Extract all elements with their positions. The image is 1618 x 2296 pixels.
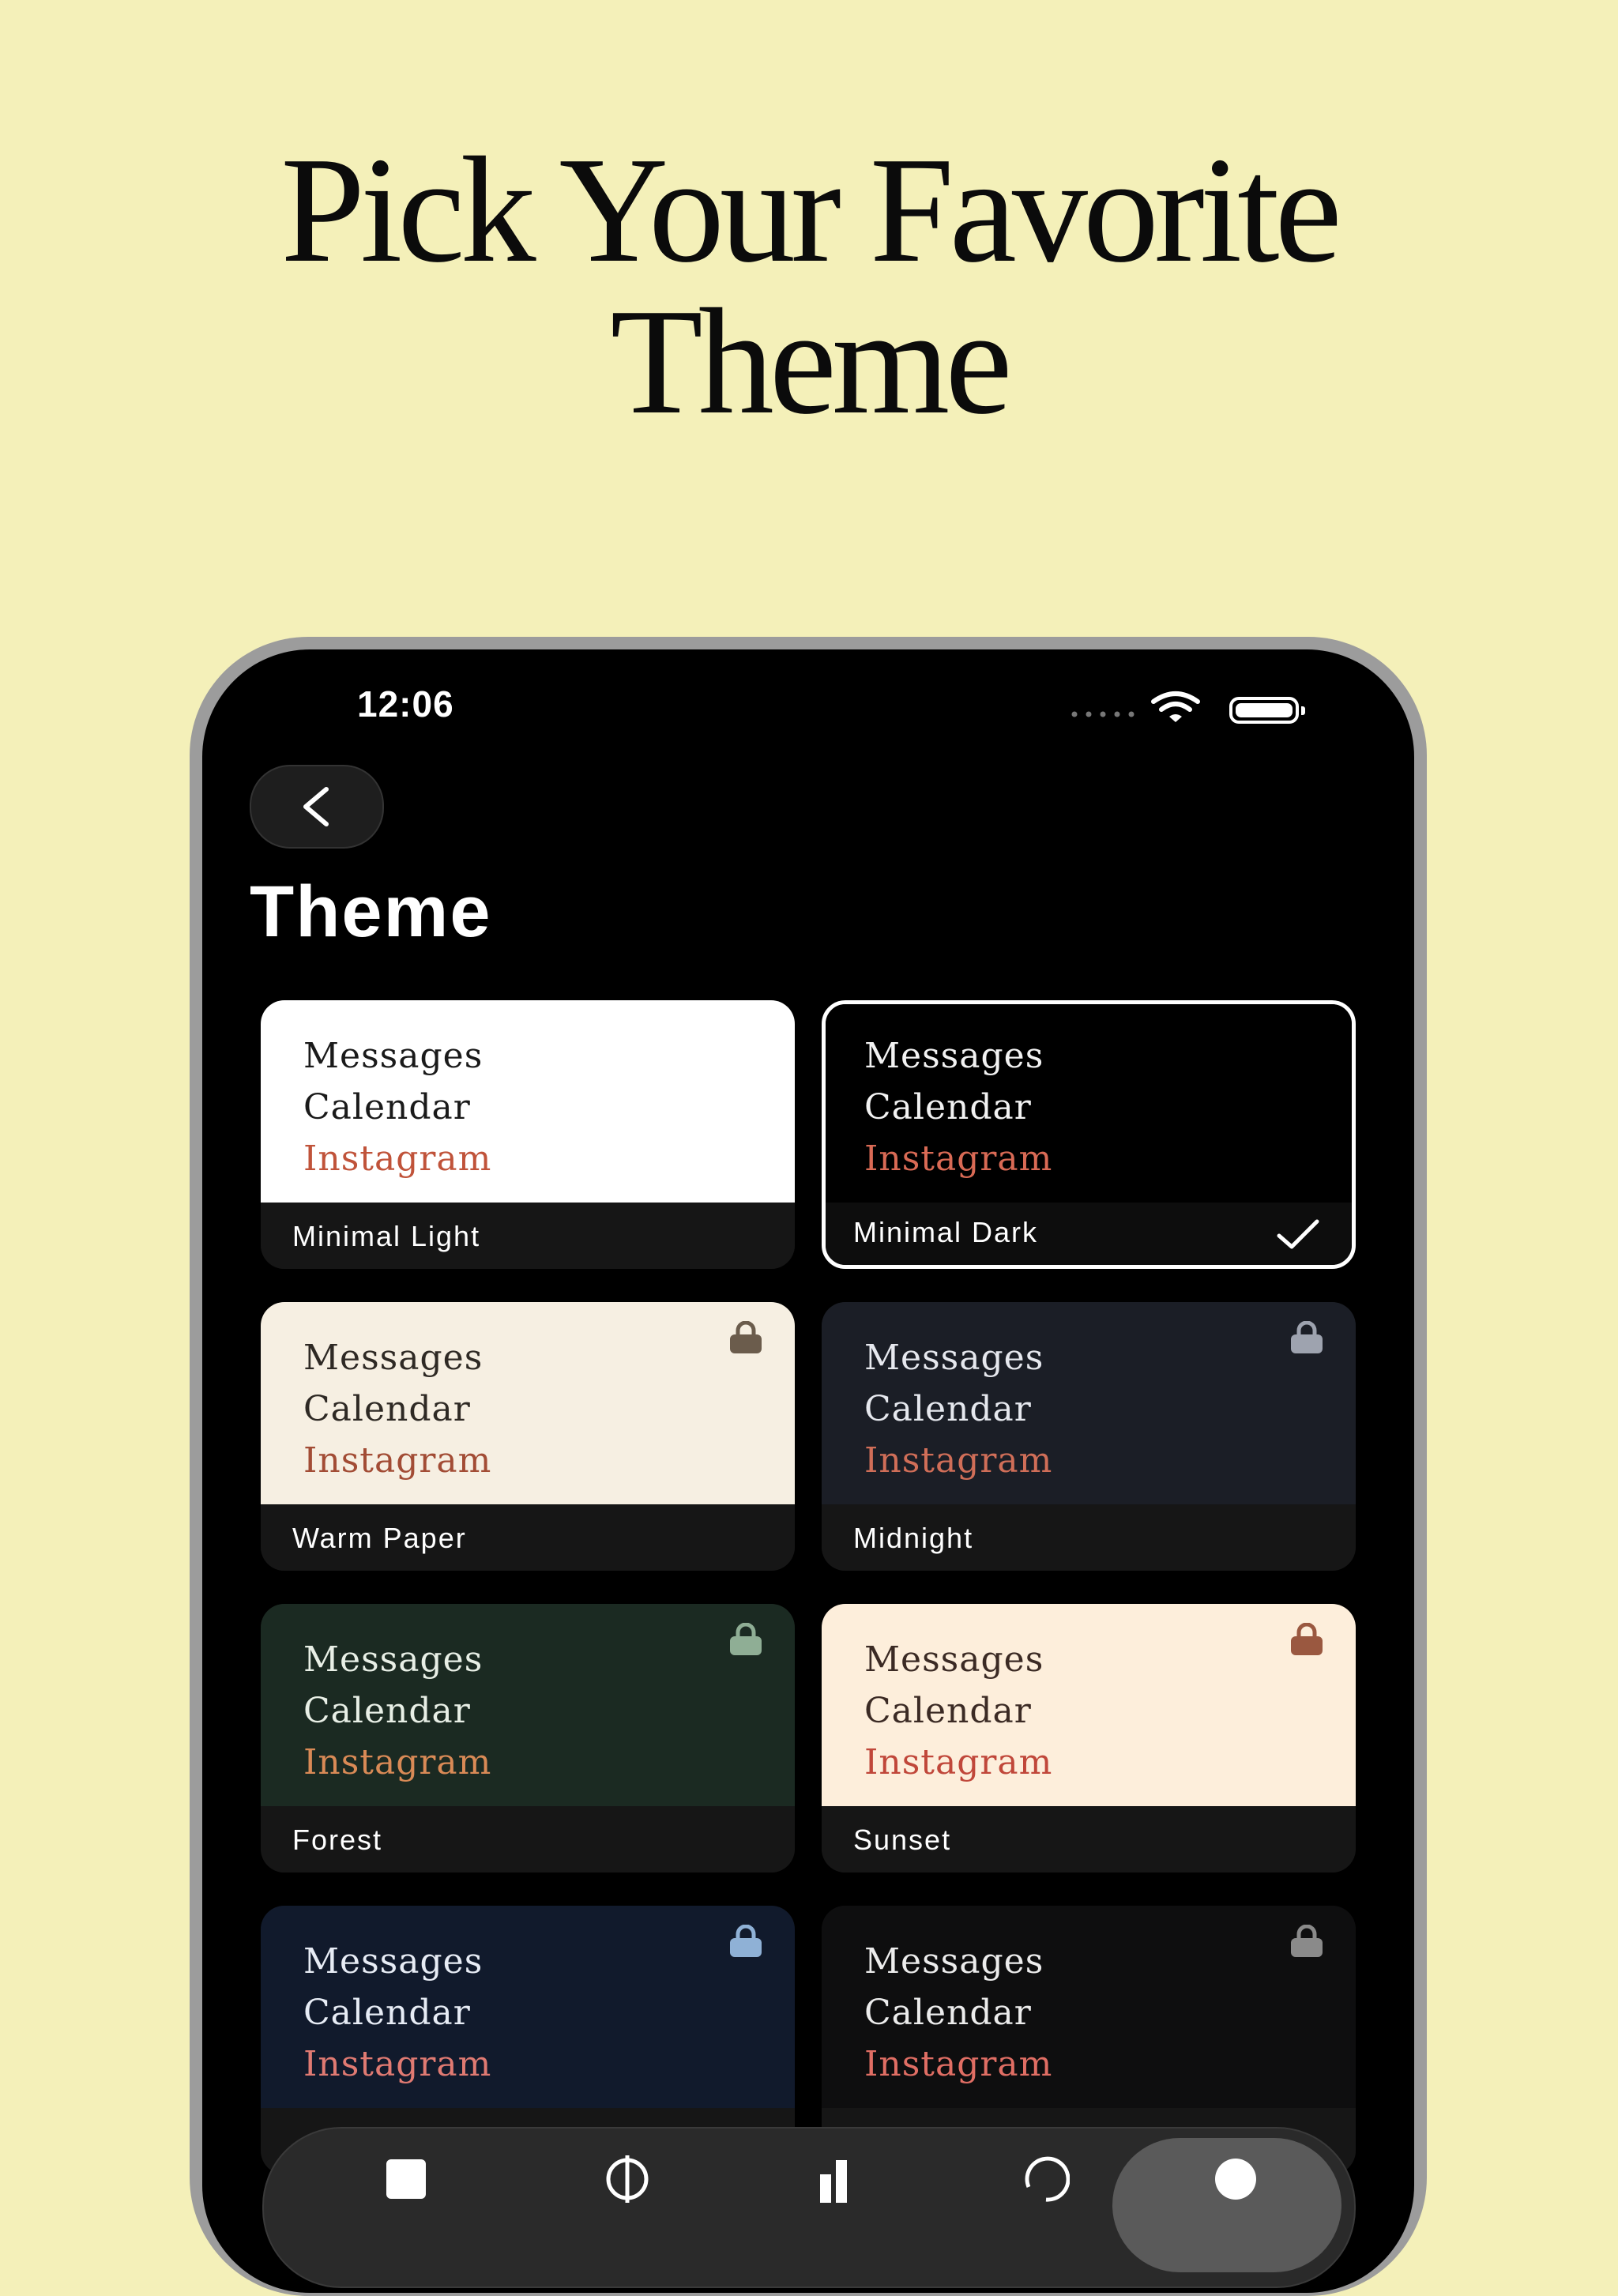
theme-name: Minimal Light <box>292 1220 481 1252</box>
stats-icon[interactable] <box>817 2155 864 2203</box>
preview-line-1: Messages <box>864 1941 1044 1982</box>
preview-line-3: Instagram <box>864 1742 1053 1782</box>
phone-screen: 12:06 Theme Messages Calendar Instagram Min… <box>202 649 1414 2293</box>
theme-preview: Messages Calendar Instagram <box>261 1604 795 1806</box>
theme-name: Midnight <box>853 1522 974 1554</box>
settings-icon[interactable] <box>1212 2155 1259 2203</box>
theme-preview: Messages Calendar Instagram <box>822 1604 1356 1806</box>
theme-name: Sunset <box>853 1824 952 1856</box>
headline: Pick Your Favorite Theme <box>0 134 1618 438</box>
preview-line-3: Instagram <box>303 1139 492 1179</box>
page-title: Theme <box>250 871 492 952</box>
preview-line-3: Instagram <box>303 1440 492 1481</box>
lock-icon <box>730 1321 762 1353</box>
theme-card[interactable]: Messages Calendar Instagram Minimal Dark <box>822 1000 1356 1269</box>
lock-icon <box>1291 1623 1323 1655</box>
theme-preview: Messages Calendar Instagram <box>261 1000 795 1203</box>
lock-icon <box>730 1623 762 1655</box>
preview-line-3: Instagram <box>303 2044 492 2084</box>
preview-line-3: Instagram <box>303 1742 492 1782</box>
chevron-left-icon <box>303 787 329 826</box>
theme-preview: Messages Calendar Instagram <box>261 1906 795 2108</box>
theme-label-bar: Minimal Light <box>261 1203 795 1269</box>
preview-line-1: Messages <box>303 1639 484 1680</box>
tab-bar <box>262 2127 1356 2288</box>
theme-label-bar: Midnight <box>822 1504 1356 1571</box>
list-icon[interactable] <box>382 2155 430 2203</box>
theme-card[interactable]: Messages Calendar Instagram Sunset <box>822 1604 1356 1873</box>
theme-card[interactable]: Messages Calendar Instagram Warm Paper <box>261 1302 795 1571</box>
headline-line-2: Theme <box>610 277 1012 446</box>
theme-card[interactable]: Messages Calendar Instagram Forest <box>261 1604 795 1873</box>
target-icon[interactable] <box>604 2155 651 2203</box>
preview-line-3: Instagram <box>864 1139 1053 1179</box>
cellular-signal-icon <box>1071 711 1134 717</box>
lock-icon <box>1291 1321 1323 1353</box>
preview-line-1: Messages <box>864 1338 1044 1378</box>
preview-line-1: Messages <box>303 1338 484 1378</box>
preview-line-1: Messages <box>864 1036 1044 1076</box>
theme-preview: Messages Calendar Instagram <box>826 1004 1352 1203</box>
preview-line-1: Messages <box>864 1639 1044 1680</box>
theme-grid: Messages Calendar Instagram Minimal Light Me… <box>261 1000 1357 2174</box>
preview-line-2: Calendar <box>303 1993 471 2033</box>
lock-icon <box>730 1925 762 1957</box>
theme-label-bar: Sunset <box>822 1806 1356 1873</box>
preview-line-1: Messages <box>303 1036 484 1076</box>
lock-icon <box>1291 1925 1323 1957</box>
checkmark-icon <box>1277 1219 1319 1249</box>
theme-card[interactable]: Messages Calendar Instagram Midnight <box>822 1302 1356 1571</box>
preview-line-2: Calendar <box>864 1087 1032 1127</box>
theme-preview: Messages Calendar Instagram <box>822 1302 1356 1504</box>
theme-preview: Messages Calendar Instagram <box>261 1302 795 1504</box>
history-icon[interactable] <box>1022 2155 1071 2203</box>
status-time: 12:06 <box>357 683 454 725</box>
theme-name: Forest <box>292 1824 383 1856</box>
theme-name: Minimal Dark <box>853 1216 1039 1248</box>
preview-line-2: Calendar <box>303 1087 471 1127</box>
preview-line-2: Calendar <box>864 1691 1032 1731</box>
theme-card[interactable]: Messages Calendar Instagram Minimal Light <box>261 1000 795 1269</box>
battery-icon <box>1229 697 1305 724</box>
preview-line-2: Calendar <box>303 1389 471 1429</box>
theme-label-bar: Forest <box>261 1806 795 1873</box>
back-button[interactable] <box>250 765 384 849</box>
preview-line-3: Instagram <box>864 2044 1053 2084</box>
theme-label-bar: Warm Paper <box>261 1504 795 1571</box>
headline-line-1: Pick Your Favorite <box>280 126 1341 294</box>
preview-line-2: Calendar <box>864 1389 1032 1429</box>
preview-line-1: Messages <box>303 1941 484 1982</box>
preview-line-3: Instagram <box>864 1440 1053 1481</box>
theme-preview: Messages Calendar Instagram <box>822 1906 1356 2108</box>
wifi-icon <box>1151 691 1200 722</box>
preview-line-2: Calendar <box>303 1691 471 1731</box>
theme-name: Warm Paper <box>292 1522 467 1554</box>
theme-label-bar: Minimal Dark <box>826 1203 1352 1265</box>
preview-line-2: Calendar <box>864 1993 1032 2033</box>
